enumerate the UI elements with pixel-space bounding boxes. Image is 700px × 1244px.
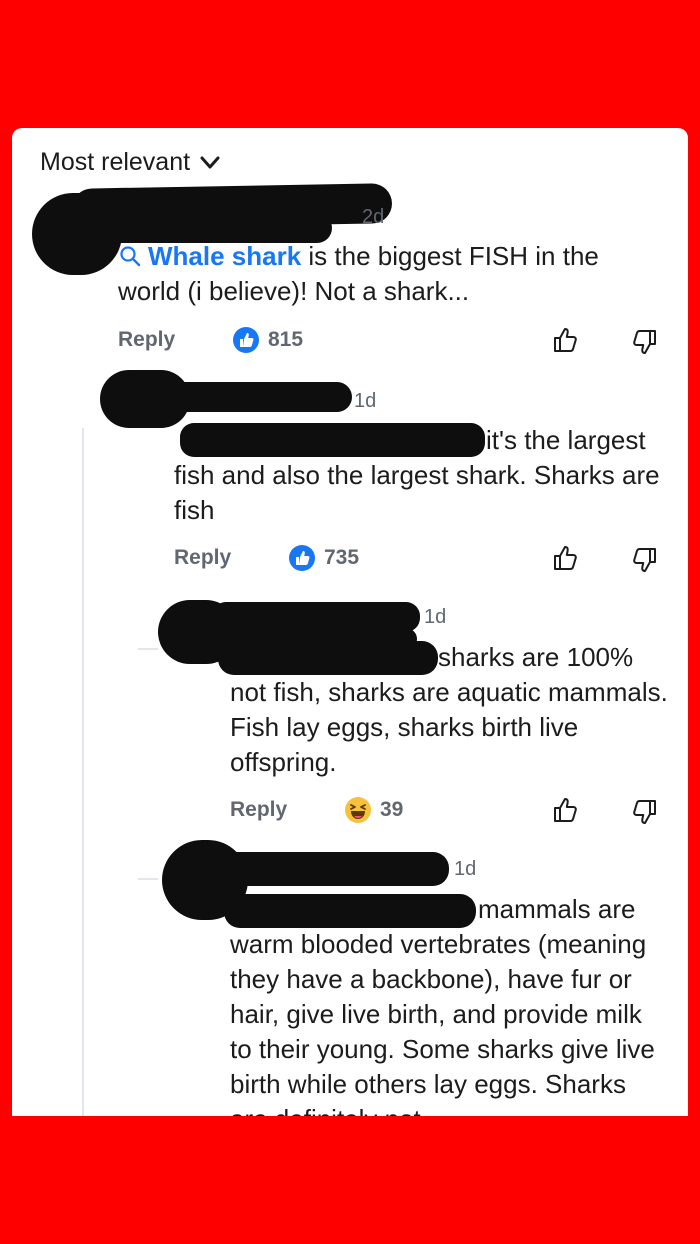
like-reaction-icon <box>289 545 315 571</box>
chevron-down-icon <box>200 156 220 168</box>
thumbs-up-icon[interactable] <box>552 326 580 354</box>
reply-button[interactable]: Reply <box>174 546 231 570</box>
comment-text: it's the largest fish and also the large… <box>174 425 660 525</box>
reaction-count: 39 <box>380 798 404 821</box>
sort-dropdown[interactable]: Most relevant <box>40 148 220 177</box>
thumbs-up-icon[interactable] <box>552 796 580 824</box>
reply-button[interactable]: Reply <box>118 328 175 352</box>
reaction-summary[interactable]: 815 <box>232 326 303 354</box>
comments-panel: Most relevant 2d Whale shark is the bigg… <box>12 128 688 1116</box>
keyword-link[interactable]: Whale shark <box>148 241 301 271</box>
reaction-count: 815 <box>268 328 304 351</box>
comment-body: Whale shark is the biggest FISH in the w… <box>118 239 638 309</box>
redaction-mark <box>152 382 352 412</box>
thread-line <box>138 878 158 880</box>
timestamp: 2d <box>362 206 385 228</box>
thumbs-down-icon[interactable] <box>630 798 658 826</box>
reaction-count: 735 <box>324 546 360 569</box>
reply-button[interactable]: Reply <box>230 798 287 822</box>
comment-text: sharks are 100% not fish, sharks are aqu… <box>230 642 668 777</box>
thumbs-up-icon[interactable] <box>552 544 580 572</box>
sort-label: Most relevant <box>40 148 191 176</box>
redaction-mark <box>217 852 449 886</box>
timestamp: 1d <box>354 390 377 412</box>
like-reaction-icon <box>233 327 259 353</box>
thread-line <box>82 428 84 1116</box>
reaction-summary[interactable]: 39 <box>344 796 403 824</box>
reaction-summary[interactable]: 735 <box>288 544 359 572</box>
thumbs-down-icon[interactable] <box>630 546 658 574</box>
comment-text: mammals are warm blooded vertebrates (me… <box>230 894 655 1116</box>
search-icon <box>120 246 141 267</box>
timestamp: 1d <box>424 606 447 628</box>
thread-line <box>138 648 158 650</box>
haha-reaction-icon <box>345 797 371 823</box>
thumbs-down-icon[interactable] <box>630 328 658 356</box>
timestamp: 1d <box>454 858 477 880</box>
